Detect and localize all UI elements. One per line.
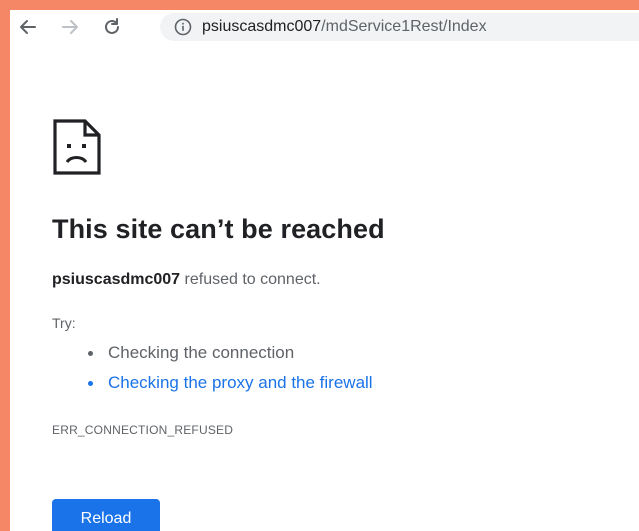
browser-window: psiuscasdmc007/mdService1Rest/Index This… [10, 10, 639, 531]
error-description: psiuscasdmc007 refused to connect. [52, 271, 321, 289]
error-code: ERR_CONNECTION_REFUSED [52, 423, 234, 437]
reload-button[interactable]: Reload [52, 499, 160, 531]
url-path: /mdService1Rest/Index [321, 18, 487, 35]
sad-page-icon [53, 119, 101, 175]
try-label: Try: [52, 315, 76, 331]
arrow-left-icon [20, 20, 36, 34]
url-host: psiuscasdmc007 [202, 18, 322, 35]
reload-page-button[interactable] [98, 13, 126, 41]
error-message: refused to connect. [180, 271, 321, 288]
forward-button[interactable] [56, 13, 84, 41]
arrow-right-icon [62, 20, 78, 34]
address-bar[interactable]: psiuscasdmc007/mdService1Rest/Index [160, 13, 639, 41]
browser-toolbar: psiuscasdmc007/mdService1Rest/Index [10, 10, 639, 44]
info-icon[interactable] [174, 18, 192, 36]
suggestion-check-proxy-link[interactable]: Checking the proxy and the firewall [88, 368, 373, 398]
suggestion-list: Checking the connection Checking the pro… [88, 338, 373, 398]
suggestion-check-connection: Checking the connection [88, 338, 373, 368]
back-button[interactable] [14, 13, 42, 41]
error-host: psiuscasdmc007 [52, 271, 181, 288]
reload-icon [105, 18, 119, 34]
error-title: This site can’t be reached [52, 214, 385, 244]
url-text: psiuscasdmc007/mdService1Rest/Index [202, 18, 487, 36]
